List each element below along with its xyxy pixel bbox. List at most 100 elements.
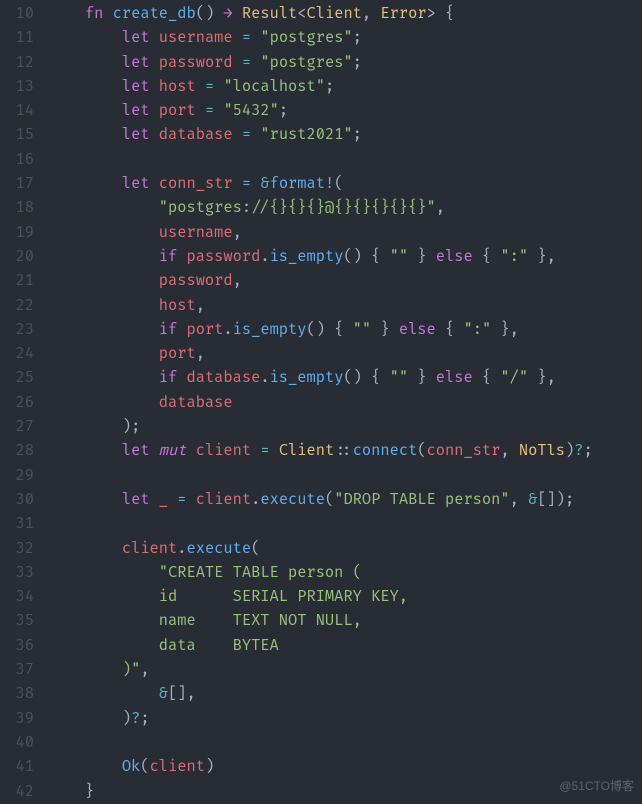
code-line[interactable]: )?; xyxy=(48,707,642,731)
code-line[interactable] xyxy=(48,148,642,172)
token: _ xyxy=(159,490,168,509)
line-number: 28 xyxy=(0,439,48,463)
code-line[interactable]: data BYTEA xyxy=(48,634,642,658)
code-line[interactable]: if database.is_empty() { "" } else { "/"… xyxy=(48,366,642,390)
token: }, xyxy=(491,320,519,339)
token xyxy=(233,125,242,144)
code-line[interactable]: let conn_str = &format!( xyxy=(48,172,642,196)
token xyxy=(150,441,159,460)
token: () { xyxy=(343,368,389,387)
token: let xyxy=(122,53,150,72)
token: = xyxy=(242,28,251,47)
token: if xyxy=(159,247,177,266)
code-line[interactable]: let database = "rust2021"; xyxy=(48,123,642,147)
line-number: 37 xyxy=(0,658,48,682)
line-number: 11 xyxy=(0,26,48,50)
code-line[interactable]: ); xyxy=(48,415,642,439)
code-line[interactable]: id SERIAL PRIMARY KEY, xyxy=(48,585,642,609)
token xyxy=(48,757,122,776)
token: > { xyxy=(427,4,455,23)
line-number: 39 xyxy=(0,707,48,731)
line-number: 26 xyxy=(0,391,48,415)
token: ; xyxy=(584,441,593,460)
token xyxy=(150,101,159,120)
token: ) xyxy=(565,441,574,460)
token xyxy=(150,77,159,96)
code-line[interactable] xyxy=(48,731,642,755)
code-line[interactable]: let port = "5432"; xyxy=(48,99,642,123)
token: Client xyxy=(279,441,334,460)
code-line[interactable]: "postgres://{}{}{}@{}{}{}{}{}", xyxy=(48,196,642,220)
token: "rust2021" xyxy=(260,125,352,144)
code-line[interactable]: let username = "postgres"; xyxy=(48,26,642,50)
code-line[interactable]: &[], xyxy=(48,682,642,706)
token xyxy=(48,4,85,23)
token: < xyxy=(297,4,306,23)
token xyxy=(48,198,159,217)
line-number: 12 xyxy=(0,51,48,75)
token: database xyxy=(159,125,233,144)
token xyxy=(187,441,196,460)
token: = xyxy=(205,101,214,120)
token: ; xyxy=(353,53,362,72)
line-number: 14 xyxy=(0,99,48,123)
code-line[interactable] xyxy=(48,464,642,488)
code-line[interactable]: } xyxy=(48,780,642,804)
line-number: 27 xyxy=(0,415,48,439)
token xyxy=(48,247,159,266)
token: . xyxy=(260,368,269,387)
token: ( xyxy=(417,441,426,460)
code-editor[interactable]: 1011121314151617181920212223242526272829… xyxy=(0,0,642,804)
code-line[interactable]: port, xyxy=(48,342,642,366)
code-line[interactable]: "CREATE TABLE person ( xyxy=(48,561,642,585)
code-line[interactable]: name TEXT NOT NULL, xyxy=(48,609,642,633)
code-line[interactable]: let mut client = Client::connect(conn_st… xyxy=(48,439,642,463)
token: []); xyxy=(537,490,574,509)
token: = xyxy=(242,53,251,72)
token: password xyxy=(159,53,233,72)
code-line[interactable]: let password = "postgres"; xyxy=(48,51,642,75)
token: } xyxy=(408,368,436,387)
token: Client xyxy=(307,4,362,23)
line-number: 41 xyxy=(0,755,48,779)
code-line[interactable]: host, xyxy=(48,294,642,318)
token: . xyxy=(251,490,260,509)
line-number: 10 xyxy=(0,2,48,26)
token: host xyxy=(159,77,196,96)
code-line[interactable]: let _ = client.execute("DROP TABLE perso… xyxy=(48,488,642,512)
token: client xyxy=(196,441,251,460)
code-line[interactable]: )", xyxy=(48,658,642,682)
code-line[interactable]: password, xyxy=(48,269,642,293)
token: "" xyxy=(353,320,371,339)
code-line[interactable] xyxy=(48,512,642,536)
code-line[interactable]: if port.is_empty() { "" } else { ":" }, xyxy=(48,318,642,342)
token xyxy=(48,320,159,339)
token: , xyxy=(362,4,380,23)
token xyxy=(48,125,122,144)
line-number: 38 xyxy=(0,682,48,706)
token: "localhost" xyxy=(223,77,325,96)
token: is_empty xyxy=(233,320,307,339)
token xyxy=(48,223,159,242)
token: , xyxy=(436,198,445,217)
token xyxy=(48,101,122,120)
token: , xyxy=(140,660,149,679)
line-number: 30 xyxy=(0,488,48,512)
token: ; xyxy=(325,77,334,96)
token: let xyxy=(122,174,150,193)
code-area[interactable]: fn create_db() → Result<Client, Error> {… xyxy=(48,0,642,804)
code-line[interactable]: username, xyxy=(48,221,642,245)
code-line[interactable]: fn create_db() → Result<Client, Error> { xyxy=(48,2,642,26)
code-line[interactable]: client.execute( xyxy=(48,537,642,561)
token: "DROP TABLE person" xyxy=(334,490,509,509)
code-line[interactable]: Ok(client) xyxy=(48,755,642,779)
token: "postgres" xyxy=(260,28,352,47)
code-line[interactable]: if password.is_empty() { "" } else { ":"… xyxy=(48,245,642,269)
code-line[interactable]: database xyxy=(48,391,642,415)
line-number: 33 xyxy=(0,561,48,585)
token xyxy=(150,490,159,509)
token: mut xyxy=(159,441,187,460)
token: , xyxy=(233,271,242,290)
code-line[interactable]: let host = "localhost"; xyxy=(48,75,642,99)
token: = xyxy=(177,490,186,509)
